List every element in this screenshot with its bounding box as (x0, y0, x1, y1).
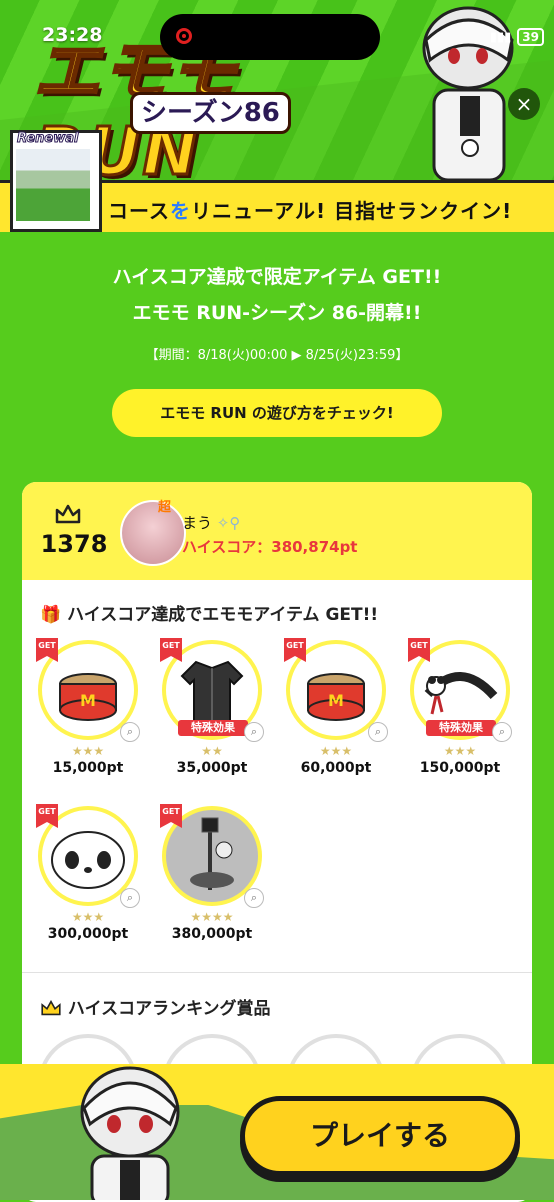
items-section-title-text: ハイスコア達成でエモモアイテム GET!! (67, 605, 379, 625)
crown-icon (41, 999, 61, 1016)
special-effect-badge: 特殊効果 (178, 720, 248, 736)
get-badge: GET (284, 638, 306, 662)
required-points: 300,000pt (47, 926, 129, 942)
headline-line2: エモモ RUN-シーズン 86-開幕!! (132, 302, 422, 324)
signal-icon: ▮▮▮ (489, 29, 512, 45)
renewal-label: Renewal (17, 131, 79, 147)
ribbon-text-part: コース (108, 199, 170, 223)
character-illustration-bottom (80, 1066, 180, 1200)
zoom-icon[interactable]: ⌕ (244, 722, 264, 742)
special-effect-badge: 特殊効果 (426, 720, 496, 736)
my-ranking-row[interactable]: 1378 超 まう ✧⚲ ハイスコア：380,874pt (22, 482, 532, 580)
required-points: 380,000pt (171, 926, 253, 942)
svg-text:M: M (80, 691, 96, 710)
get-badge: GET (160, 804, 182, 828)
rarity-stars: ★★★ (71, 910, 105, 924)
rarity-stars: ★★★ (71, 744, 105, 758)
get-badge: GET (408, 638, 430, 662)
rarity-stars: ★★ (201, 744, 223, 758)
crown-icon (55, 504, 81, 524)
zoom-icon[interactable]: ⌕ (244, 888, 264, 908)
course-preview-image (16, 149, 90, 221)
ribbon-text-part: ! 目指せランクイン! (316, 199, 513, 223)
svg-text:M: M (328, 691, 344, 710)
items-section-title: 🎁 ハイスコア達成でエモモアイテム GET!! (40, 600, 378, 625)
required-points: 150,000pt (419, 760, 501, 776)
prizes-section-title-text: ハイスコアランキング賞品 (67, 999, 271, 1019)
ribbon-text-part: リニューアル (191, 199, 316, 223)
dynamic-island (160, 14, 380, 60)
user-high-score: ハイスコア：380,874pt (182, 538, 358, 556)
zoom-icon[interactable]: ⌕ (120, 722, 140, 742)
required-points: 15,000pt (52, 760, 124, 776)
user-name-text: まう (182, 514, 213, 532)
headline-line1: ハイスコア達成で限定アイテム GET!! (112, 266, 442, 288)
get-badge: GET (160, 638, 182, 662)
prizes-section-title: ハイスコアランキング賞品 (40, 994, 271, 1019)
zoom-icon[interactable]: ⌕ (492, 722, 512, 742)
status-time: 23:28 (42, 24, 103, 46)
user-name: まう ✧⚲ (182, 512, 240, 533)
ribbon-text: コースをリニューアル! 目指せランクイン! (108, 195, 512, 224)
avatar[interactable] (120, 500, 186, 566)
wing-icon: ✧⚲ (216, 514, 241, 532)
zoom-icon[interactable]: ⌕ (368, 722, 388, 742)
how-to-play-button[interactable]: エモモ RUN の遊び方をチェック! (112, 389, 442, 437)
zoom-icon[interactable]: ⌕ (120, 888, 140, 908)
rarity-stars: ★★★ (319, 744, 353, 758)
play-button[interactable]: プレイする (240, 1096, 520, 1176)
get-badge: GET (36, 638, 58, 662)
required-points: 35,000pt (176, 760, 248, 776)
renewal-thumbnail: Renewal (10, 130, 102, 232)
close-button[interactable]: × (508, 88, 540, 120)
logo-season: シーズン86 (130, 92, 291, 134)
status-icons: ▮▮▮ 39 (490, 28, 544, 46)
event-period: 【期間：8/18(火)00:00 ▶ 8/25(火)23:59】 (145, 348, 409, 363)
section-divider (22, 972, 532, 973)
get-badge: GET (36, 804, 58, 828)
required-points: 60,000pt (300, 760, 372, 776)
rank-number: 1378 (40, 530, 108, 558)
battery-icon: 39 (517, 28, 544, 46)
rarity-stars: ★★★★ (190, 910, 234, 924)
rarity-stars: ★★★ (443, 744, 477, 758)
ribbon-text-part: を (170, 199, 191, 223)
rank-badge: 超 (158, 500, 172, 515)
gift-icon: 🎁 (40, 605, 62, 625)
record-icon (176, 28, 192, 44)
